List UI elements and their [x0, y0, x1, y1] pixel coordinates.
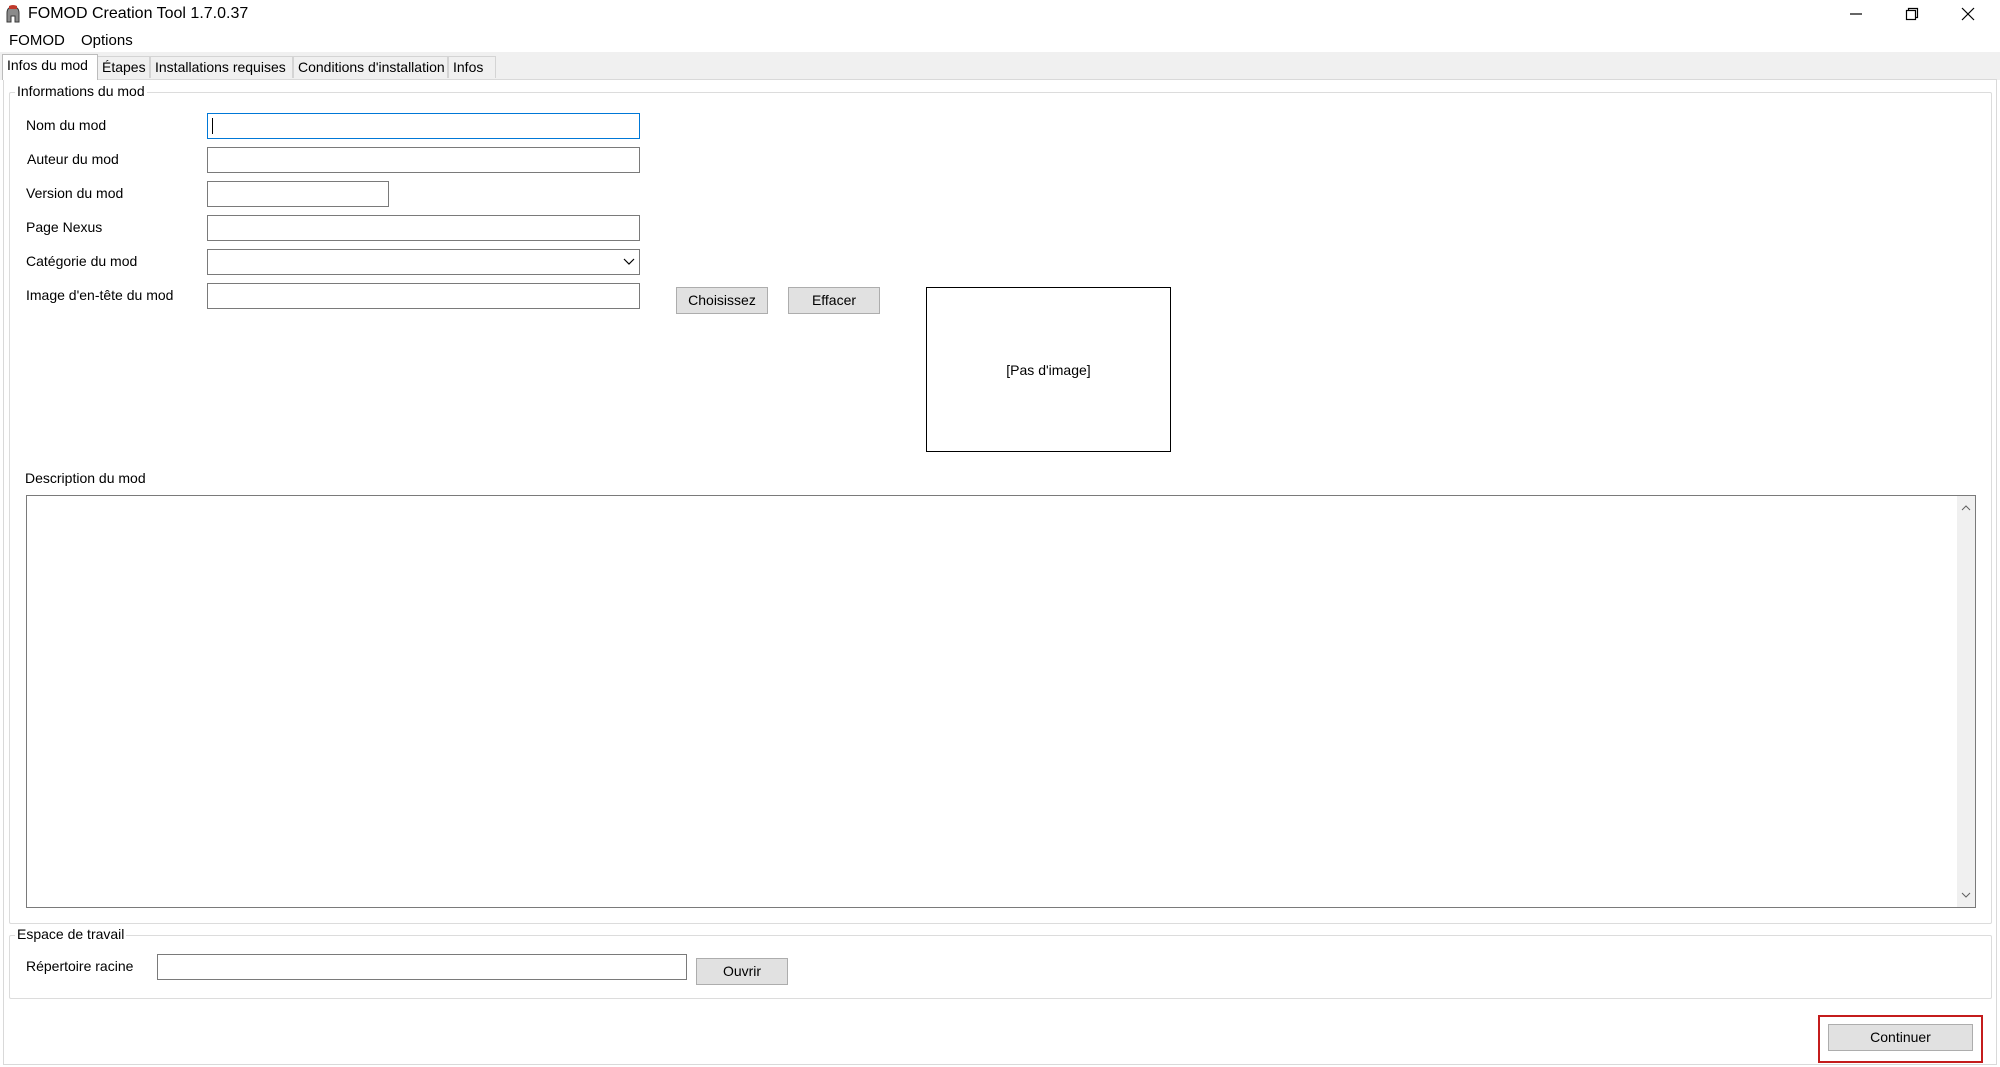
- minimize-icon: [1850, 13, 1862, 15]
- choose-image-button[interactable]: Choisissez: [676, 287, 768, 314]
- close-icon: [1961, 7, 1975, 21]
- workspace-group: Espace de travail Répertoire racine Ouvr…: [9, 926, 1992, 999]
- mod-author-input[interactable]: [207, 147, 640, 173]
- nexus-page-label: Page Nexus: [26, 219, 103, 235]
- mod-author-label: Auteur du mod: [27, 151, 119, 167]
- window-title: FOMOD Creation Tool 1.7.0.37: [28, 5, 249, 22]
- mod-category-label: Catégorie du mod: [26, 253, 138, 269]
- tab-page-mod-info: Informations du mod Nom du mod Auteur du…: [3, 79, 1997, 1065]
- tab-required-installs[interactable]: Installations requises: [150, 56, 293, 78]
- scroll-down-icon[interactable]: [1960, 889, 1972, 901]
- continue-button[interactable]: Continuer: [1828, 1024, 1973, 1051]
- root-directory-label: Répertoire racine: [26, 958, 134, 974]
- minimize-button[interactable]: [1828, 0, 1884, 28]
- restore-button[interactable]: [1884, 0, 1940, 28]
- menu-fomod[interactable]: FOMOD: [8, 32, 66, 49]
- chevron-down-icon: [623, 258, 635, 265]
- title-bar: FOMOD Creation Tool 1.7.0.37: [0, 0, 2000, 30]
- workspace-legend: Espace de travail: [15, 926, 127, 942]
- header-image-label: Image d'en-tête du mod: [26, 287, 174, 303]
- mod-name-label: Nom du mod: [26, 117, 107, 133]
- no-image-text: [Pas d'image]: [1006, 361, 1091, 378]
- mod-version-label: Version du mod: [26, 185, 124, 201]
- description-scrollbar[interactable]: [1957, 496, 1975, 907]
- mod-info-legend: Informations du mod: [15, 83, 147, 99]
- tab-install-conditions[interactable]: Conditions d'installation: [293, 56, 448, 78]
- text-caret: [212, 118, 213, 134]
- mod-info-group: Informations du mod Nom du mod Auteur du…: [9, 83, 1992, 924]
- mod-name-input[interactable]: [207, 113, 640, 139]
- header-image-preview: [Pas d'image]: [926, 287, 1171, 452]
- menu-bar: FOMOD Options: [0, 30, 2000, 53]
- close-button[interactable]: [1940, 0, 1996, 28]
- root-directory-input[interactable]: [157, 954, 687, 980]
- nexus-page-input[interactable]: [207, 215, 640, 241]
- scroll-up-icon[interactable]: [1960, 502, 1972, 514]
- clear-image-button[interactable]: Effacer: [788, 287, 880, 314]
- open-button[interactable]: Ouvrir: [696, 958, 788, 985]
- tab-mod-info[interactable]: Infos du mod: [2, 54, 98, 80]
- spartan-helmet-icon: [6, 5, 20, 23]
- description-label: Description du mod: [25, 470, 146, 486]
- header-image-input[interactable]: [207, 283, 640, 309]
- mod-version-input[interactable]: [207, 181, 389, 207]
- menu-options[interactable]: Options: [80, 32, 134, 49]
- description-textarea[interactable]: [26, 495, 1976, 908]
- tab-strip: Infos du mod Étapes Installations requis…: [0, 52, 2000, 80]
- tab-steps[interactable]: Étapes: [97, 56, 150, 78]
- tab-infos[interactable]: Infos: [448, 56, 496, 78]
- restore-icon: [1905, 7, 1919, 21]
- mod-category-select[interactable]: [207, 249, 640, 275]
